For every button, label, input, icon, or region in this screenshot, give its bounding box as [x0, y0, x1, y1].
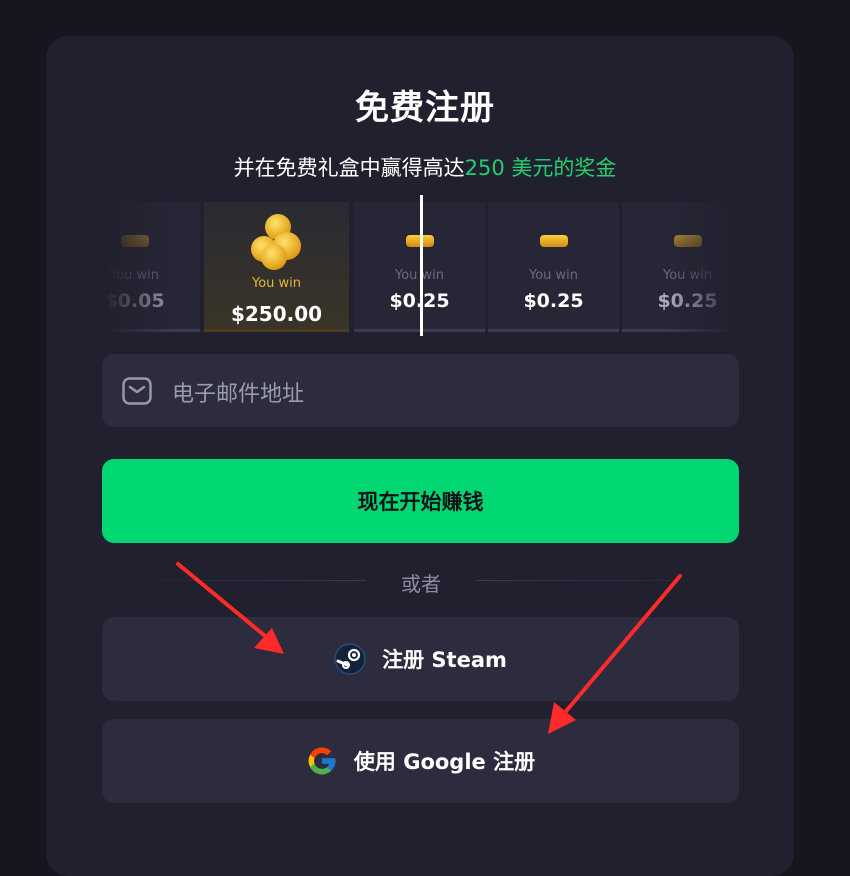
divider-line-right — [476, 580, 726, 581]
tile-label: You win — [109, 268, 160, 283]
coin-stack-icon — [247, 214, 307, 270]
tile-amount: $0.25 — [657, 290, 718, 312]
steam-signup-label: 注册 Steam — [382, 648, 507, 672]
subtitle: 并在免费礼盒中赢得高达250 美元的奖金 — [0, 152, 850, 182]
tile-label: You win — [251, 276, 302, 291]
coin-icon — [539, 235, 568, 247]
google-signup-button[interactable]: 使用 Google 注册 — [102, 719, 739, 803]
subtitle-highlight: 250 美元的奖金 — [464, 156, 617, 180]
reel-tile: You win $0.25 — [488, 202, 619, 332]
reel-tile: You win $0.25 — [622, 202, 738, 332]
tile-amount: $250.00 — [230, 302, 323, 326]
start-earning-label: 现在开始赚钱 — [357, 490, 484, 514]
tile-amount: $0.25 — [523, 290, 584, 312]
divider-label: 或者 — [401, 572, 441, 596]
tile-label: You win — [528, 268, 579, 283]
start-earning-button[interactable]: 现在开始赚钱 — [102, 459, 739, 543]
page-title: 免费注册 — [355, 88, 495, 128]
mail-icon — [122, 377, 152, 405]
google-icon — [308, 747, 336, 775]
google-signup-label: 使用 Google 注册 — [353, 750, 536, 774]
coin-icon — [673, 235, 702, 247]
steam-icon — [334, 643, 366, 675]
or-divider: 或者 — [116, 566, 726, 596]
tile-amount: $0.05 — [104, 290, 165, 312]
reel-tile-jackpot: You win $250.00 — [204, 202, 349, 332]
reel-tile: You win $0.05 — [104, 202, 200, 332]
subtitle-text: 并在免费礼盒中赢得高达 — [233, 156, 465, 180]
email-field[interactable]: 电子邮件地址 — [102, 354, 739, 427]
reel-marker — [420, 195, 423, 336]
coin-icon — [120, 235, 149, 247]
email-placeholder: 电子邮件地址 — [172, 382, 305, 407]
steam-signup-button[interactable]: 注册 Steam — [102, 617, 739, 701]
tile-label: You win — [662, 268, 713, 283]
